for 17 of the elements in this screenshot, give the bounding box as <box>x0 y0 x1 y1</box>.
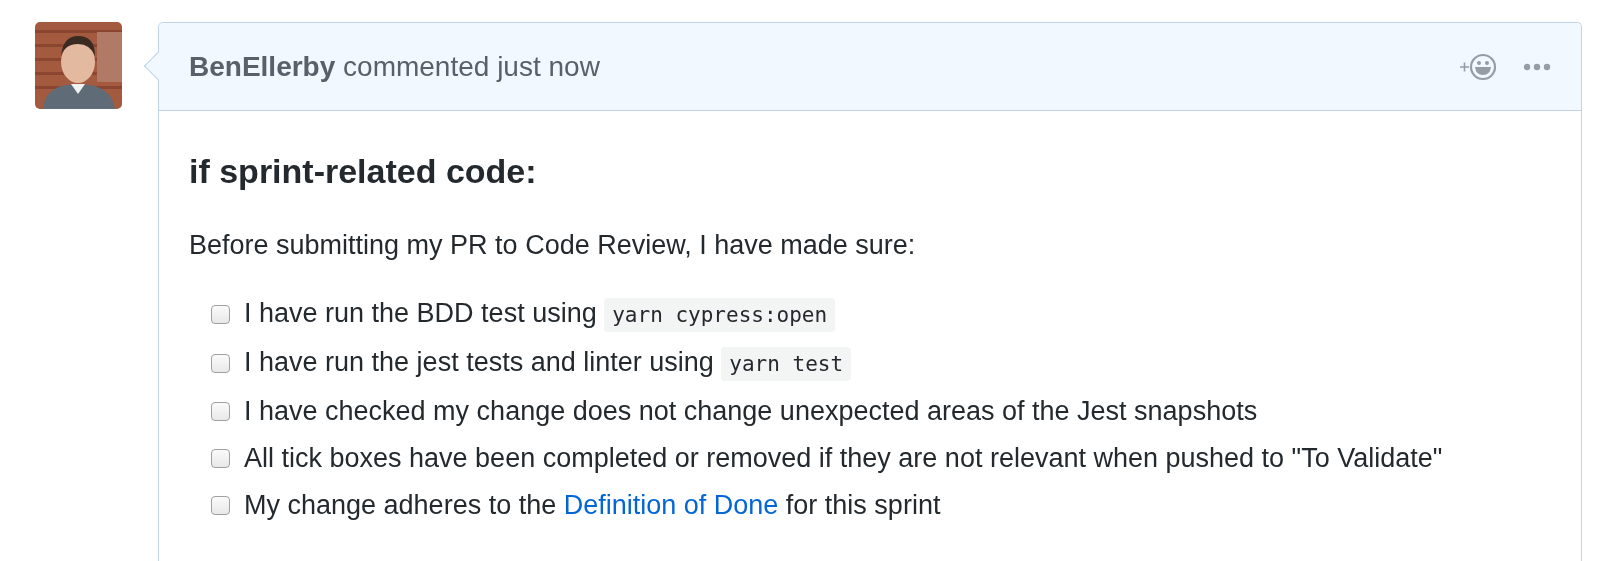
task-checkbox[interactable] <box>211 304 230 324</box>
task-checkbox[interactable] <box>211 495 230 515</box>
author-name[interactable]: BenEllerby <box>189 50 336 82</box>
task-text: I have run the BDD test using yarn cypress:open <box>244 294 836 334</box>
task-checkbox[interactable] <box>211 401 230 421</box>
task-text: My change adheres to the Definition of Done for this sprint <box>244 488 941 522</box>
task-text: All tick boxes have been completed or removed if they are not relevant when pushed to "To Validate" <box>244 441 1443 475</box>
link[interactable]: Definition of Done <box>563 489 779 520</box>
task-text: I have checked my change does not change unexpected areas of the Jest snapshots <box>244 394 1258 428</box>
task-text: I have run the jest tests and linter using yarn test <box>244 343 852 383</box>
task-checkbox[interactable] <box>211 353 230 373</box>
comment-time: commented just now <box>343 50 600 82</box>
add-reaction-icon[interactable] <box>1459 51 1497 82</box>
task-checkbox[interactable] <box>211 448 230 468</box>
intro-text: Before submitting my PR to Code Review, I have made sure: <box>189 228 917 262</box>
more-options-icon[interactable] <box>1523 62 1551 71</box>
section-heading: if sprint-related code: <box>189 151 538 192</box>
